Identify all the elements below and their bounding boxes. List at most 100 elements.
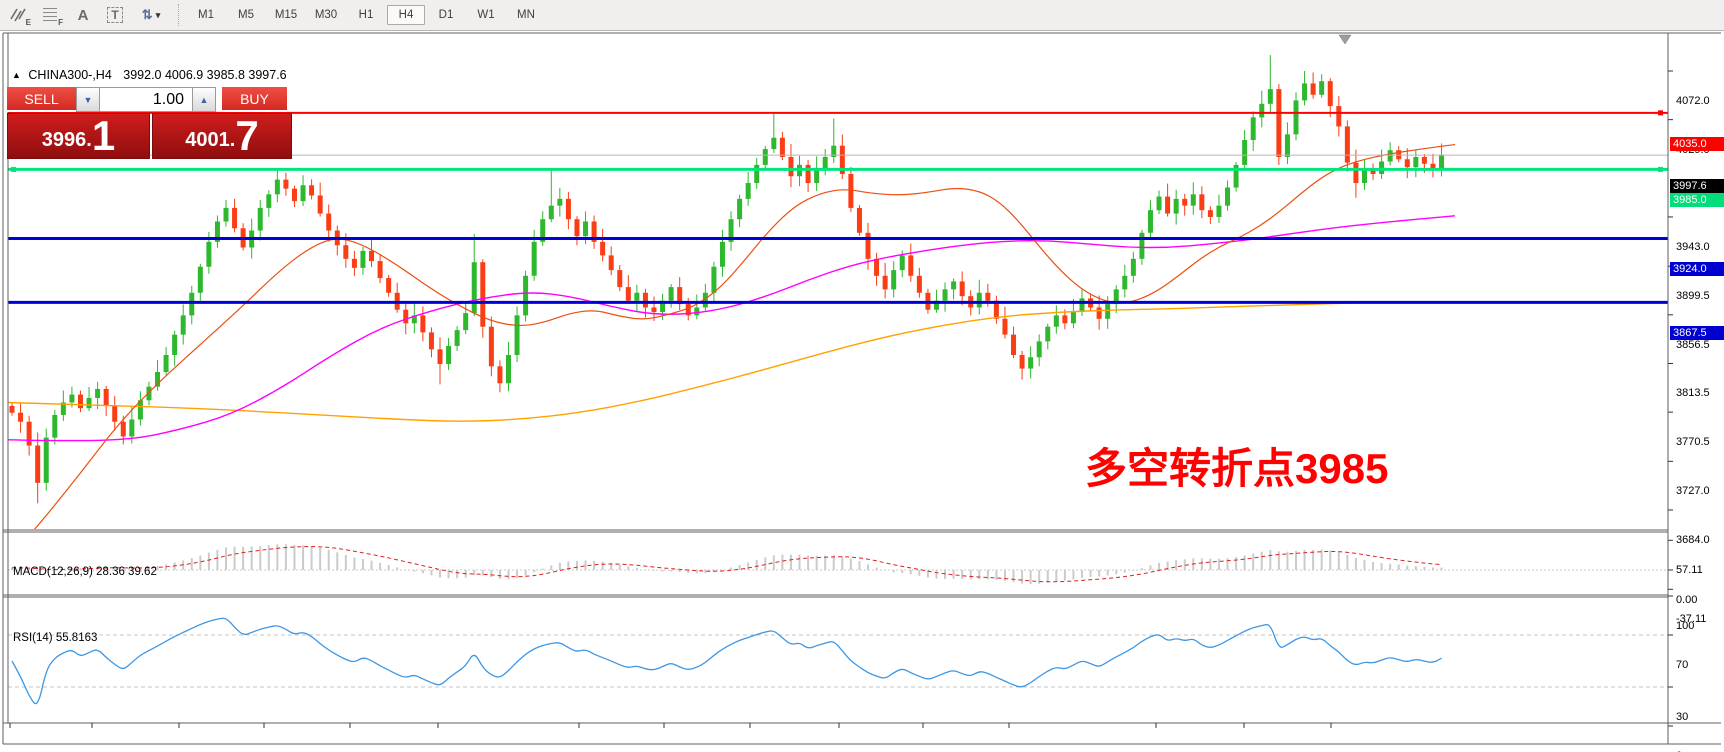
candle-bull xyxy=(206,242,211,267)
chart-expert-icon[interactable]: E xyxy=(6,3,32,27)
candle-bull xyxy=(455,330,460,346)
buy-button[interactable]: BUY xyxy=(222,87,287,112)
candle-bull xyxy=(172,335,177,355)
candle-bull xyxy=(1139,233,1144,259)
sell-price-display[interactable]: 3996 . 1 xyxy=(7,113,150,159)
candle-bull xyxy=(1439,155,1444,170)
candle-bull xyxy=(1028,357,1033,368)
candle-bear xyxy=(420,315,425,332)
price-badge-3997.6: 3997.6 xyxy=(1670,179,1724,193)
candle-bear xyxy=(908,255,913,275)
timeframe-button-H1[interactable]: H1 xyxy=(347,5,385,25)
candle-bear xyxy=(378,261,383,278)
timeframe-button-MN[interactable]: MN xyxy=(507,5,545,25)
candle-bull xyxy=(1268,89,1273,104)
rsi-pane[interactable] xyxy=(8,618,1668,703)
ma-slow-line xyxy=(8,302,1390,421)
candle-bull xyxy=(1242,140,1247,165)
candle-bear xyxy=(1199,194,1204,210)
candle-bull xyxy=(1131,259,1136,276)
buy-price-display[interactable]: 4001 . 7 xyxy=(152,113,292,159)
candle-bull xyxy=(1157,197,1162,211)
text-box-glyph: T xyxy=(107,7,122,23)
chart-annotation-text[interactable]: 多空转折点3985 xyxy=(1085,435,1388,496)
text-label-icon[interactable]: A xyxy=(70,3,96,27)
candle-bear xyxy=(497,366,502,383)
one-click-trade-panel: SELL ▼ ▲ BUY 3996 . 1 4001 . 7 xyxy=(7,87,292,159)
candle-bull xyxy=(523,276,528,316)
hline-handle-left[interactable] xyxy=(11,167,16,172)
candle-bear xyxy=(626,287,631,301)
price-axis-label: 3684.0 xyxy=(1676,534,1710,546)
candle-bear xyxy=(104,389,109,406)
candle-bull xyxy=(181,315,186,334)
candle-bear xyxy=(874,259,879,276)
candle-bull xyxy=(95,389,100,398)
hline-handle-right[interactable] xyxy=(1658,167,1663,172)
candle-bear xyxy=(489,327,494,367)
candle-bull xyxy=(823,157,828,168)
candle-bull xyxy=(52,415,57,438)
rsi-axis-label: 30 xyxy=(1676,711,1688,723)
candle-bull xyxy=(771,138,776,149)
candle-bear xyxy=(326,214,331,231)
candle-bull xyxy=(87,398,92,408)
timeframe-button-M30[interactable]: M30 xyxy=(307,5,345,25)
toolbar-separator xyxy=(178,4,180,26)
sell-price-main: 3996 xyxy=(42,125,87,155)
text-box-icon[interactable]: T xyxy=(102,3,128,27)
candle-bull xyxy=(360,251,365,268)
sell-button[interactable]: SELL xyxy=(7,87,76,112)
hline-handle-right[interactable] xyxy=(1658,110,1663,115)
timeframe-button-W1[interactable]: W1 xyxy=(467,5,505,25)
candle-bear xyxy=(883,276,888,290)
timeframe-button-M5[interactable]: M5 xyxy=(227,5,265,25)
candle-bull xyxy=(266,194,271,208)
candle-bear xyxy=(386,278,391,293)
timeframe-button-D1[interactable]: D1 xyxy=(427,5,465,25)
arrows-glyph: ⇅ xyxy=(142,7,153,23)
down-arrow-marker[interactable] xyxy=(1339,35,1351,44)
candle-bull xyxy=(891,270,896,289)
volume-input[interactable] xyxy=(100,87,192,112)
macd-axis-label: 57.11 xyxy=(1676,564,1703,576)
candle-bear xyxy=(857,208,862,233)
collapse-arrow-icon[interactable]: ▲ xyxy=(12,70,21,80)
rsi-axis-label: 70 xyxy=(1676,659,1688,671)
candle-bull xyxy=(164,355,169,372)
candle-bear xyxy=(780,138,785,157)
candle-bull xyxy=(1225,188,1230,206)
mt4-window: E F A T ⇅ ▾ M1M5M15M30H1H4D1W1MN ▲ C xyxy=(0,0,1724,752)
timeframe-button-M1[interactable]: M1 xyxy=(187,5,225,25)
candle-bull xyxy=(472,262,477,313)
candle-bull xyxy=(515,315,520,355)
grid-icon[interactable]: F xyxy=(38,3,64,27)
candle-bull xyxy=(1251,117,1256,140)
candle-bear xyxy=(318,195,323,213)
volume-decrease-button[interactable]: ▼ xyxy=(76,87,100,112)
candle-bear xyxy=(403,310,408,324)
candle-bull xyxy=(720,242,725,267)
candle-bear xyxy=(1405,159,1410,167)
price-badge-3867.5: 3867.5 xyxy=(1670,326,1724,340)
macd-axis-label: 0.00 xyxy=(1676,594,1697,606)
candle-bull xyxy=(977,293,982,308)
volume-increase-button[interactable]: ▲ xyxy=(192,87,216,112)
candle-bear xyxy=(566,199,571,219)
candle-bear xyxy=(866,233,871,259)
macd-pane[interactable] xyxy=(8,544,1668,584)
candle-bull xyxy=(1319,81,1324,95)
candle-bear xyxy=(438,349,443,364)
arrange-arrows-icon[interactable]: ⇅ ▾ xyxy=(134,3,168,27)
candle-bear xyxy=(1182,199,1187,206)
candle-bull xyxy=(900,255,905,270)
candle-bull xyxy=(532,242,537,276)
candle-bull xyxy=(1259,104,1264,118)
candle-bull xyxy=(1037,341,1042,357)
candle-bull xyxy=(1388,150,1393,161)
timeframe-button-M15[interactable]: M15 xyxy=(267,5,305,25)
candle-bull xyxy=(1285,134,1290,157)
candle-bull xyxy=(737,199,742,219)
timeframe-button-H4[interactable]: H4 xyxy=(387,5,425,25)
candle-bear xyxy=(352,259,357,268)
